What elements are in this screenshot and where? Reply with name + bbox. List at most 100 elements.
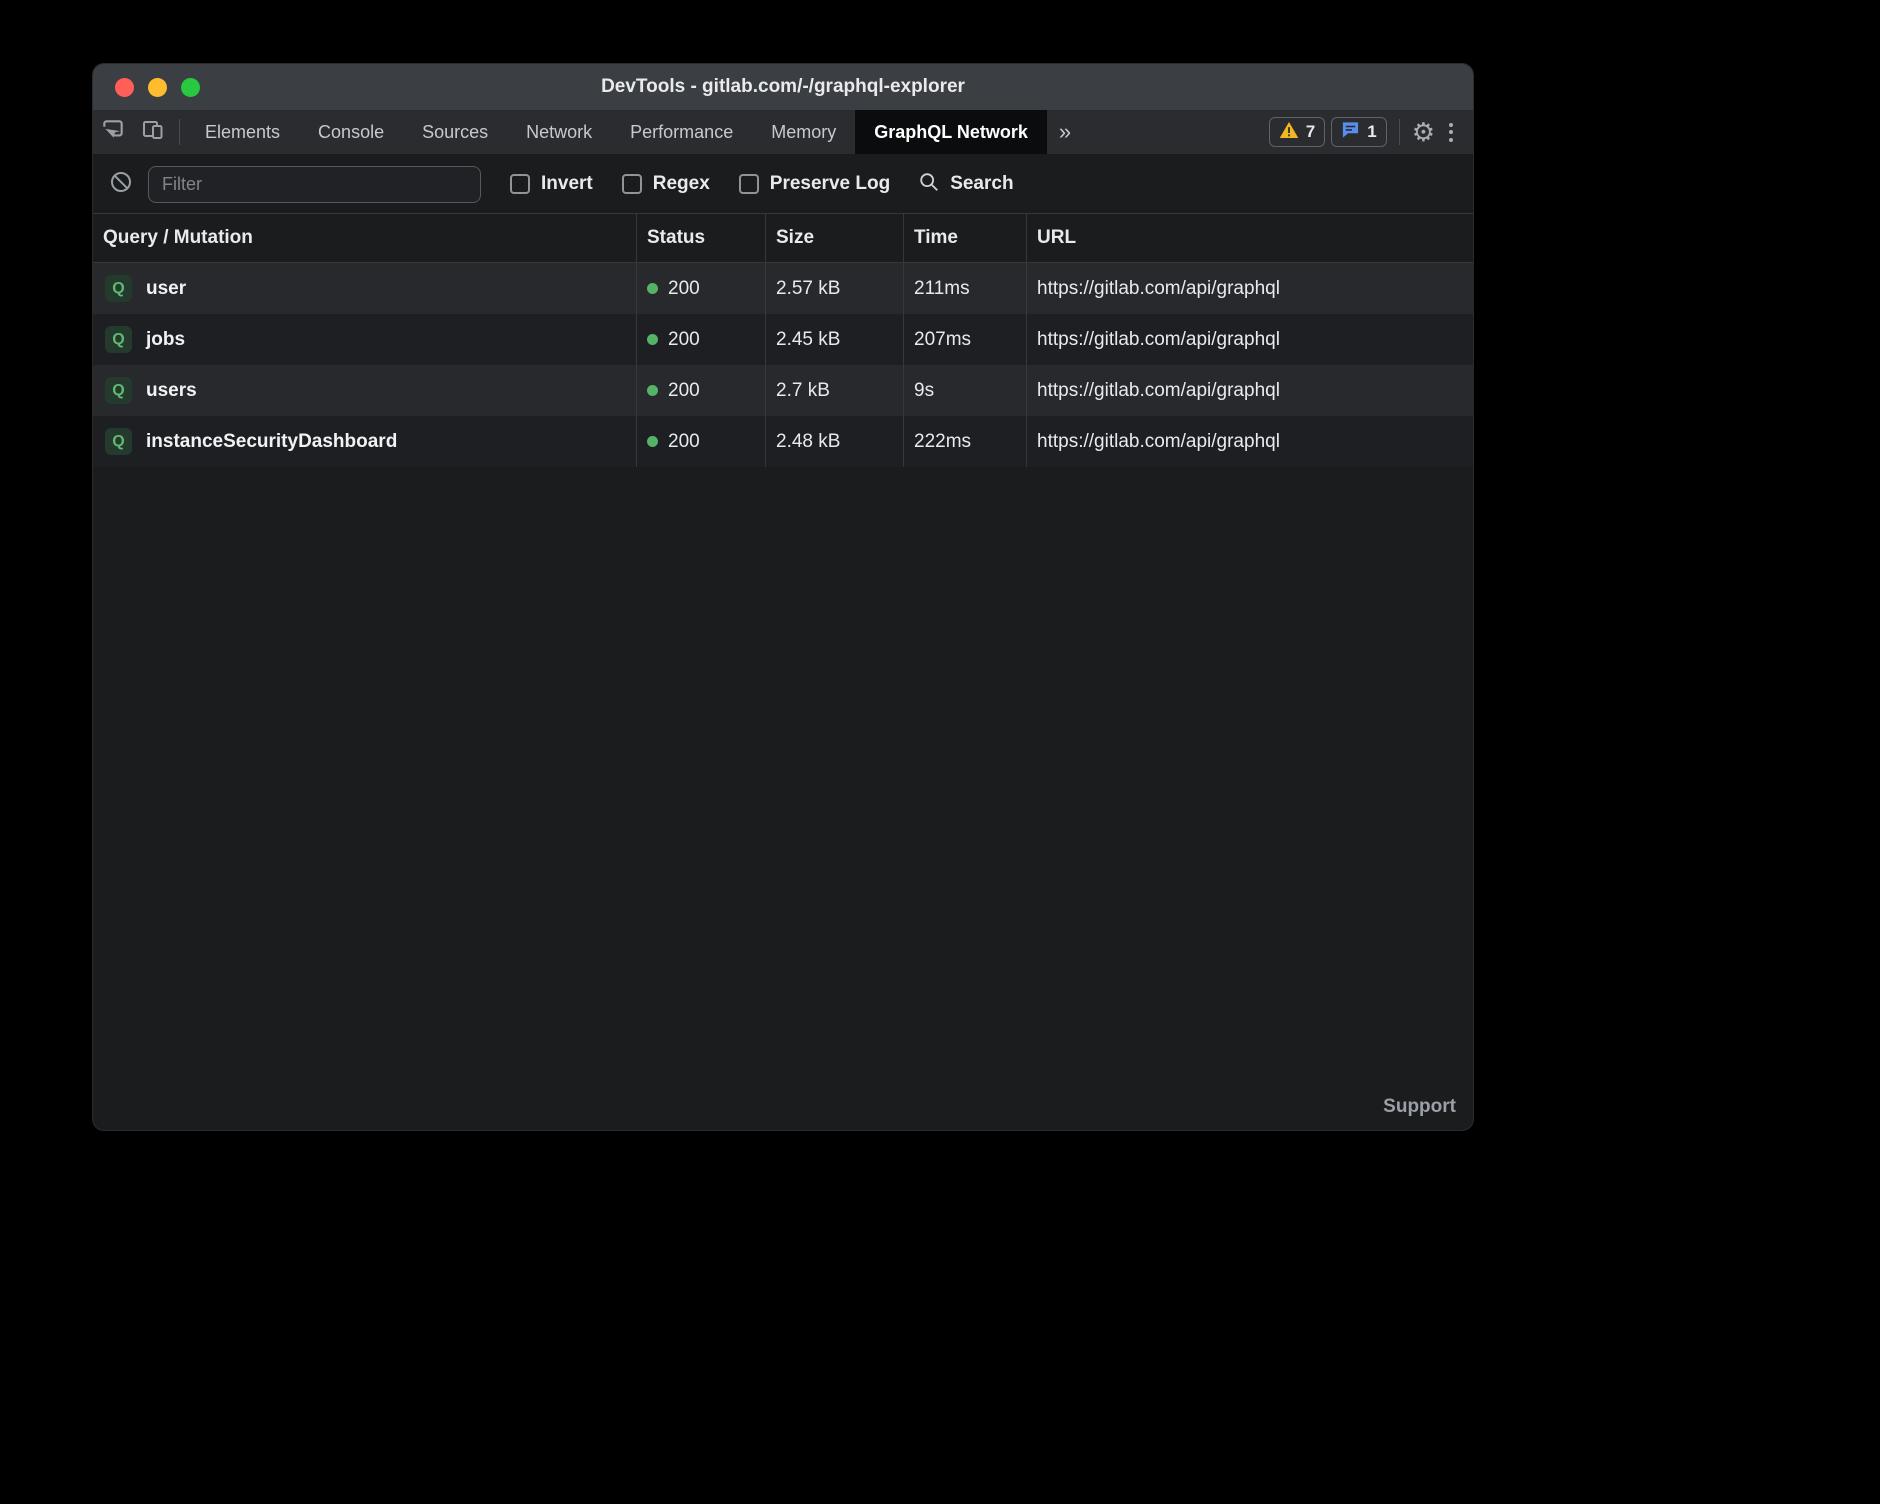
status-code: 200 (668, 278, 700, 300)
issues-bubble-icon (1341, 120, 1360, 144)
overflow-menu-icon[interactable] (1441, 123, 1461, 142)
tab-graphql-network[interactable]: GraphQL Network (855, 110, 1047, 154)
status-dot-icon (647, 334, 658, 345)
regex-checkbox-group[interactable]: Regex (622, 173, 710, 195)
column-header-time[interactable]: Time (903, 214, 1026, 262)
status-dot-icon (647, 385, 658, 396)
invert-checkbox-group[interactable]: Invert (510, 173, 593, 195)
device-toolbar-icon (141, 118, 165, 147)
tab-performance[interactable]: Performance (611, 110, 752, 154)
search-button[interactable]: Search (918, 171, 1013, 198)
column-header-url[interactable]: URL (1026, 214, 1473, 262)
size-value: 2.45 kB (776, 329, 840, 351)
url-value: https://gitlab.com/api/graphql (1037, 431, 1280, 453)
preserve-log-checkbox[interactable] (739, 174, 759, 194)
size-cell: 2.57 kB (765, 263, 903, 314)
query-type-badge: Q (105, 377, 132, 404)
close-window-button[interactable] (115, 78, 134, 97)
filter-input[interactable] (148, 166, 481, 203)
size-value: 2.48 kB (776, 431, 840, 453)
regex-checkbox[interactable] (622, 174, 642, 194)
search-label: Search (950, 173, 1013, 195)
status-cell: 200 (636, 365, 765, 416)
toolbar-divider (179, 119, 180, 145)
query-name: instanceSecurityDashboard (146, 431, 397, 453)
tab-network[interactable]: Network (507, 110, 611, 154)
filter-bar: Invert Regex Preserve Log Search (93, 155, 1473, 213)
invert-checkbox[interactable] (510, 174, 530, 194)
tab-memory[interactable]: Memory (752, 110, 855, 154)
url-cell: https://gitlab.com/api/graphql (1026, 365, 1473, 416)
query-cell: Q jobs (93, 314, 636, 365)
url-value: https://gitlab.com/api/graphql (1037, 380, 1280, 402)
block-circle-icon (109, 170, 133, 199)
query-cell: Q instanceSecurityDashboard (93, 416, 636, 467)
invert-label: Invert (541, 173, 593, 195)
table-row[interactable]: Q jobs 200 2.45 kB 207ms https://gitlab.… (93, 314, 1473, 365)
url-cell: https://gitlab.com/api/graphql (1026, 314, 1473, 365)
tabbar-right-cluster: 7 1 ⚙ (1269, 110, 1473, 154)
column-header-query[interactable]: Query / Mutation (93, 214, 636, 262)
devtools-tabbar: Elements Console Sources Network Perform… (93, 110, 1473, 155)
inspect-element-button[interactable] (93, 110, 133, 154)
status-cell: 200 (636, 416, 765, 467)
status-cell: 200 (636, 314, 765, 365)
more-tabs-button[interactable]: » (1047, 110, 1083, 154)
status-code: 200 (668, 380, 700, 402)
settings-gear-icon[interactable]: ⚙ (1412, 119, 1435, 145)
size-value: 2.57 kB (776, 278, 840, 300)
window-title: DevTools - gitlab.com/-/graphql-explorer (601, 76, 965, 98)
status-code: 200 (668, 329, 700, 351)
titlebar: DevTools - gitlab.com/-/graphql-explorer (93, 64, 1473, 110)
issues-count: 1 (1367, 122, 1376, 142)
clear-requests-button[interactable] (106, 170, 136, 199)
time-cell: 207ms (903, 314, 1026, 365)
status-cell: 200 (636, 263, 765, 314)
devtools-window: DevTools - gitlab.com/-/graphql-explorer… (93, 64, 1473, 1130)
time-cell: 211ms (903, 263, 1026, 314)
size-cell: 2.45 kB (765, 314, 903, 365)
time-value: 211ms (914, 278, 970, 300)
issues-badge[interactable]: 1 (1331, 117, 1386, 147)
column-header-status[interactable]: Status (636, 214, 765, 262)
preserve-log-label: Preserve Log (770, 173, 890, 195)
preserve-log-checkbox-group[interactable]: Preserve Log (739, 173, 890, 195)
url-value: https://gitlab.com/api/graphql (1037, 329, 1280, 351)
maximize-window-button[interactable] (181, 78, 200, 97)
query-type-badge: Q (105, 275, 132, 302)
status-dot-icon (647, 436, 658, 447)
warning-triangle-icon (1279, 121, 1299, 144)
size-value: 2.7 kB (776, 380, 830, 402)
traffic-lights (115, 64, 200, 110)
time-value: 222ms (914, 431, 971, 453)
device-toolbar-button[interactable] (133, 110, 173, 154)
query-type-badge: Q (105, 428, 132, 455)
size-cell: 2.7 kB (765, 365, 903, 416)
time-cell: 9s (903, 365, 1026, 416)
query-cell: Q users (93, 365, 636, 416)
table-row[interactable]: Q instanceSecurityDashboard 200 2.48 kB … (93, 416, 1473, 467)
table-row[interactable]: Q users 200 2.7 kB 9s https://gitlab.com… (93, 365, 1473, 416)
query-name: jobs (146, 329, 185, 351)
status-dot-icon (647, 283, 658, 294)
minimize-window-button[interactable] (148, 78, 167, 97)
warnings-badge[interactable]: 7 (1269, 117, 1325, 147)
requests-table-body: Q user 200 2.57 kB 211ms https://gitlab.… (93, 263, 1473, 467)
time-value: 9s (914, 380, 934, 402)
query-name: users (146, 380, 197, 402)
regex-label: Regex (653, 173, 710, 195)
time-value: 207ms (914, 329, 971, 351)
tab-sources[interactable]: Sources (403, 110, 507, 154)
tab-console[interactable]: Console (299, 110, 403, 154)
inspect-cursor-icon (100, 117, 126, 148)
tab-elements[interactable]: Elements (186, 110, 299, 154)
query-cell: Q user (93, 263, 636, 314)
table-row[interactable]: Q user 200 2.57 kB 211ms https://gitlab.… (93, 263, 1473, 314)
column-header-size[interactable]: Size (765, 214, 903, 262)
table-header: Query / Mutation Status Size Time URL (93, 213, 1473, 263)
support-link[interactable]: Support (1383, 1096, 1456, 1118)
status-code: 200 (668, 431, 700, 453)
search-icon (918, 171, 940, 198)
warnings-count: 7 (1306, 122, 1315, 142)
url-value: https://gitlab.com/api/graphql (1037, 278, 1280, 300)
